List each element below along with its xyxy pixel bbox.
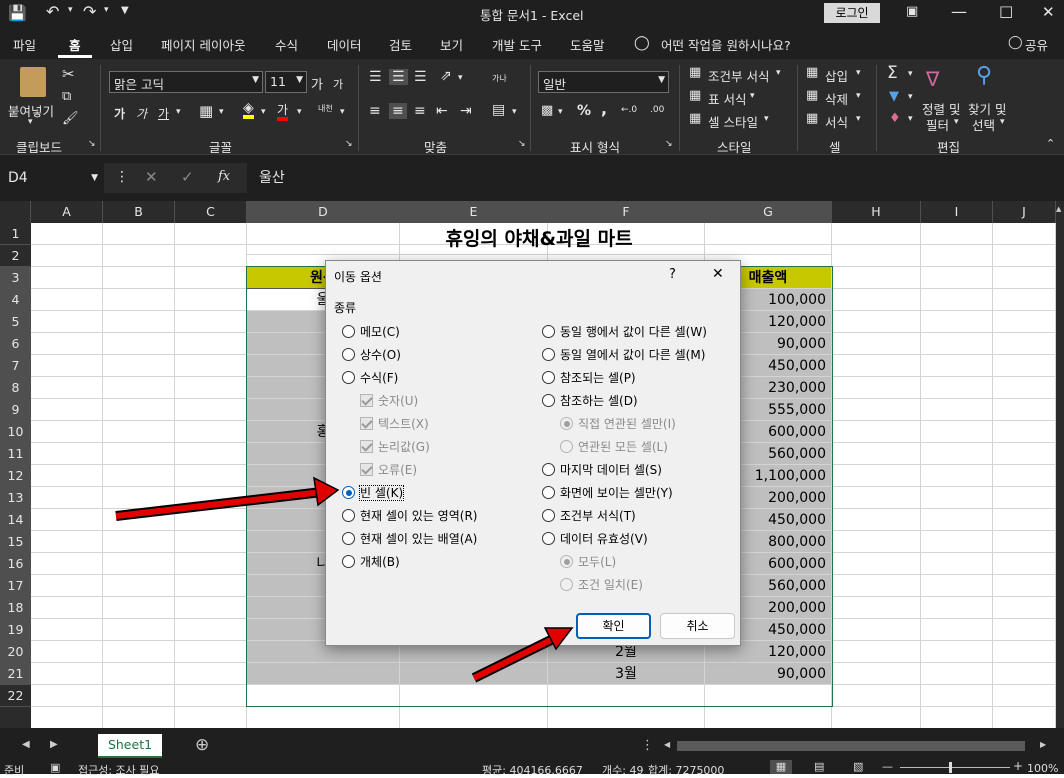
arrow-to-blank-cells <box>115 476 340 521</box>
macro-record-icon[interactable]: ▣ <box>50 761 60 774</box>
page-break-view-icon[interactable]: ▧ <box>853 760 863 773</box>
tab-split-icon[interactable]: ⋮ <box>641 738 654 753</box>
horizontal-scrollbar[interactable] <box>677 741 1025 751</box>
zoom-thumb[interactable] <box>949 762 952 773</box>
arrow-to-ok-button <box>471 627 574 683</box>
status-ready: 준비 <box>4 764 25 777</box>
scroll-right-icon[interactable]: ▶ <box>1040 740 1046 749</box>
page-layout-view-icon[interactable]: ▤ <box>814 760 824 773</box>
next-sheet-icon[interactable]: ▶ <box>50 739 58 750</box>
add-sheet-icon[interactable]: ⊕ <box>195 735 209 755</box>
zoom-slider[interactable] <box>900 767 1010 768</box>
normal-view-icon[interactable]: ▦ <box>770 760 792 774</box>
sheet-tab-sheet1[interactable]: Sheet1 <box>98 734 162 758</box>
scroll-left-icon[interactable]: ◀ <box>664 740 670 749</box>
status-count: 개수: 49 <box>602 764 644 777</box>
sheet-tabs-bar: ◀ ▶ Sheet1 ⊕ ⋮ ◀ ▶ <box>0 734 1064 758</box>
zoom-level[interactable]: 100% <box>1027 762 1058 775</box>
prev-sheet-icon[interactable]: ◀ <box>22 739 30 750</box>
status-sum: 합계: 7275000 <box>648 764 725 777</box>
status-average: 평균: 404166.6667 <box>482 764 583 777</box>
accessibility-status[interactable]: 접근성: 조사 필요 <box>78 762 160 778</box>
zoom-in-icon[interactable]: + <box>1013 759 1023 773</box>
annotation-arrows <box>115 476 574 683</box>
status-bar: 준비 ▣ 접근성: 조사 필요 평균: 404166.6667 개수: 49 합… <box>0 758 1064 777</box>
zoom-out-icon[interactable]: — <box>882 760 893 773</box>
